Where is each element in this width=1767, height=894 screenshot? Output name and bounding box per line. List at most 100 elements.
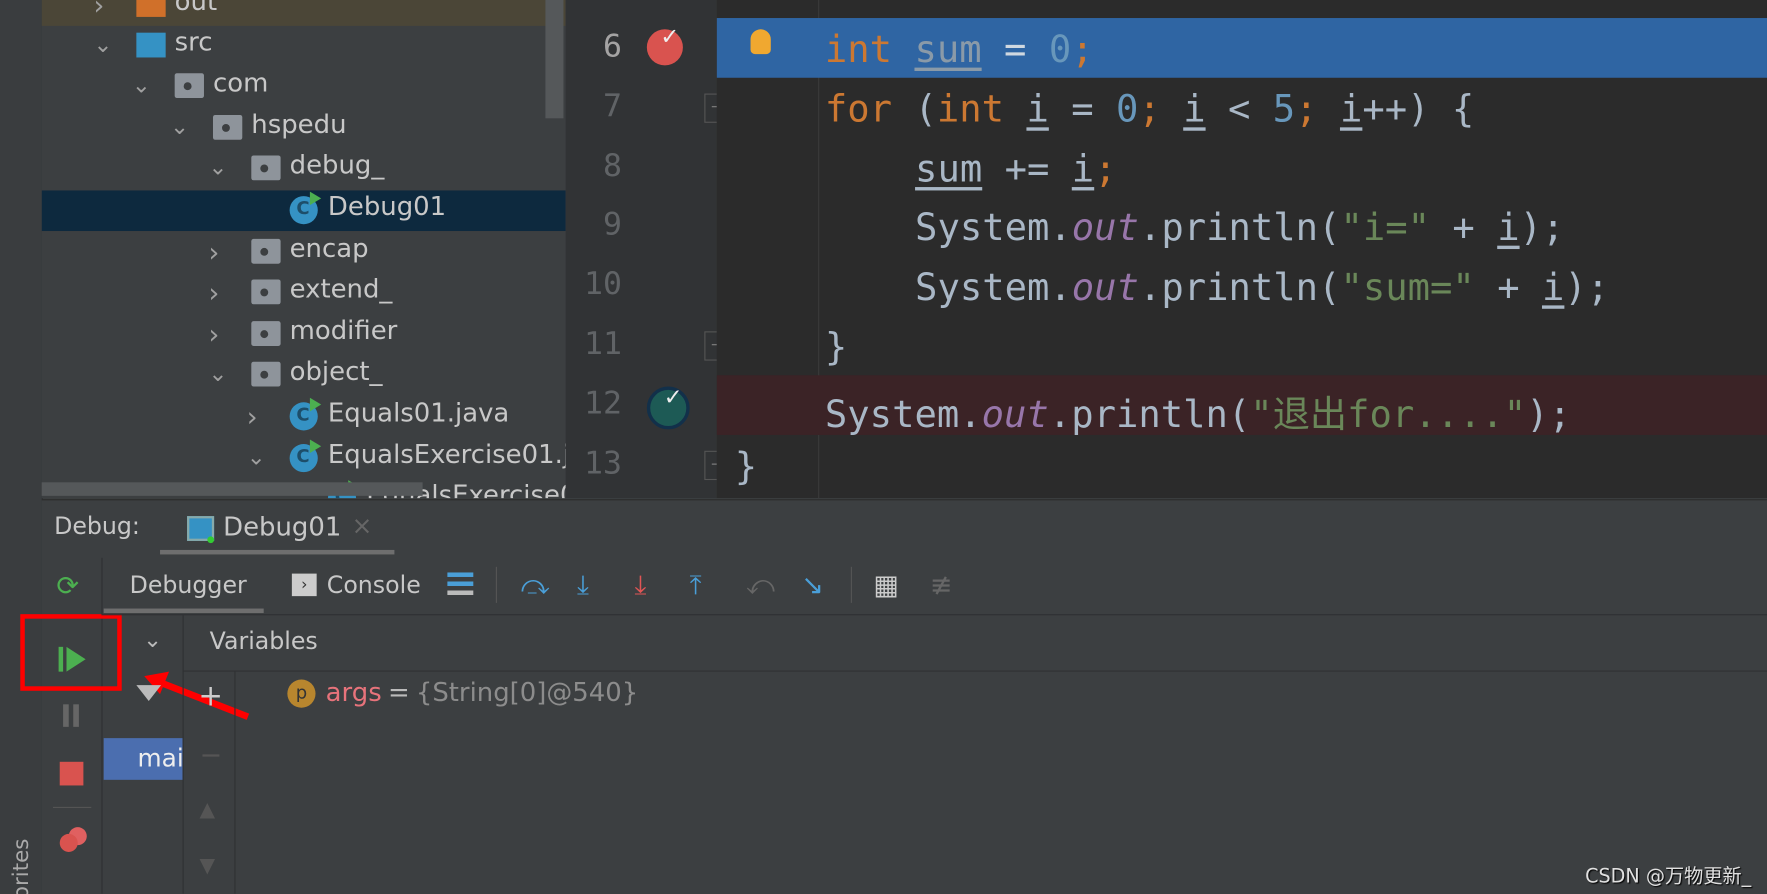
evaluate-expression-icon[interactable]: ▦ [873,569,899,601]
tree-item[interactable]: Debug01 [41,190,566,232]
chevron-right-icon[interactable]: › [208,277,219,309]
run-to-cursor-icon[interactable]: ↘ [801,569,824,601]
code-line[interactable]: for (int i = 0; i < 5; i++) { [717,78,1767,138]
code-token: + [1430,205,1498,250]
pause-icon[interactable] [63,704,69,727]
tree-item-label: debug_ [289,151,385,181]
code-token: ); [1519,205,1565,250]
code-token: .println( [1048,391,1251,436]
chevron-down-icon[interactable]: ⌄ [132,71,151,98]
code-line[interactable]: } [717,316,1767,376]
code-editor[interactable]: int sum = 0; for (int i = 0; i < 5; i++) … [716,0,1767,499]
console-icon: › [291,573,317,597]
line-number: 6 [603,27,623,65]
code-text: for (int i = 0; i < 5; i++) { [825,87,1474,131]
code-text: } [825,325,847,369]
code-token: + [1474,265,1542,309]
code-line[interactable]: System.out.println("i=" + i); [717,197,1767,257]
debug-session-tab[interactable]: Debug01 × [160,503,395,555]
move-up-icon[interactable]: ▲ [199,798,215,822]
tree-item[interactable]: ⌄ hspedu [42,108,566,149]
chevron-right-icon[interactable]: › [208,319,219,351]
rerun-icon[interactable]: ⟳ [56,570,79,602]
code-token: "退出for...." [1250,391,1527,436]
chevron-down-icon[interactable]: ⌄ [170,112,189,139]
tree-item[interactable]: › extend_ [42,273,566,314]
chevron-right-icon[interactable]: › [247,401,258,433]
code-token: int [936,86,1005,131]
chevron-down-icon[interactable]: ⌄ [208,154,227,181]
code-token: for [824,86,893,131]
code-token: ); [1526,391,1571,436]
tree-vertical-scrollbar[interactable] [545,0,564,119]
stop-icon[interactable] [59,761,84,786]
line-number: 10 [584,265,623,303]
show-execution-point-icon[interactable] [447,572,474,577]
code-line[interactable]: int sum = 0; [716,18,1767,78]
tree-item[interactable]: › encap [42,232,566,273]
parameter-badge-icon: p [287,679,316,708]
code-token: System. [915,205,1072,250]
chevron-down-icon[interactable]: ⌄ [208,360,227,387]
chevron-right-icon[interactable]: › [208,236,219,268]
line-number: 7 [603,86,623,124]
tree-item[interactable]: ⌄ EqualsExercise01.java [42,438,566,479]
code-text: } [735,444,757,488]
tree-horizontal-scrollbar[interactable] [41,482,423,496]
tree-item-label: modifier [289,316,398,346]
tree-item[interactable]: ⌄ debug_ [42,149,566,190]
tab-debugger[interactable]: Debugger [130,571,247,598]
trace-icon[interactable]: ≢ [930,569,953,601]
move-down-icon[interactable]: ▼ [199,854,215,878]
separator [234,671,236,894]
chevron-down-icon[interactable]: ⌄ [247,442,266,469]
code-line[interactable]: System.out.println("退出for...."); [716,375,1767,436]
frame-label: mai [137,744,183,774]
code-text: sum += i; [915,146,1117,190]
annotation-highlight-box [20,614,122,691]
tool-window-strip: orites [0,0,43,894]
view-breakpoints-icon[interactable] [59,833,78,852]
frame-item-main[interactable]: mai [103,738,183,780]
step-into-icon[interactable]: ⤓ [577,569,589,601]
code-line[interactable]: sum += i; [717,137,1767,197]
tree-item[interactable]: › Equals01.java [42,397,566,438]
breakpoint-icon[interactable]: ✓ [646,383,690,430]
tab-console[interactable]: Console [327,571,421,598]
add-watch-icon[interactable]: + [198,680,223,714]
code-line[interactable]: System.out.println("sum=" + i); [717,256,1767,316]
separator [52,806,92,808]
editor-gutter[interactable]: 6✓789101112✓13−−− [565,0,730,499]
tree-item-label: encap [289,233,369,264]
running-indicator-icon [207,536,215,544]
code-token: ; [1138,86,1161,131]
chevron-right-icon[interactable]: › [94,0,105,21]
code-token: System. [824,391,982,436]
chevron-down-icon[interactable]: ⌄ [143,625,162,652]
step-out-icon[interactable]: ⤒ [690,569,702,601]
step-over-icon[interactable]: ⤼ [521,569,550,601]
breakpoint-icon[interactable]: ✓ [646,23,683,66]
lightbulb-icon[interactable] [750,29,771,55]
code-line[interactable]: } [717,435,1767,495]
drop-frame-icon[interactable]: ⤺ [746,569,775,601]
chevron-down-icon[interactable]: ⌄ [94,30,113,57]
tree-item[interactable]: ⌄ src [42,25,566,66]
remove-watch-icon[interactable]: − [199,739,222,771]
tree-item[interactable]: ⌄ com [42,67,566,108]
code-token: ); [1564,265,1610,309]
tree-item[interactable]: › modifier [42,314,566,355]
variable-row[interactable]: p args = {String[0]@540} [287,678,1076,712]
separator [101,557,103,894]
line-number: 12 [584,384,623,422]
close-tab-icon[interactable]: × [352,513,373,541]
tree-item[interactable]: ⌄ object_ [42,355,566,396]
code-token: 5 [1272,86,1296,131]
favorites-tab[interactable]: orites [9,839,34,894]
tree-item[interactable]: › out [41,0,566,26]
filter-icon[interactable] [136,685,162,701]
code-token: sum [915,146,983,190]
force-step-into-icon[interactable]: ⤓ [634,569,646,601]
